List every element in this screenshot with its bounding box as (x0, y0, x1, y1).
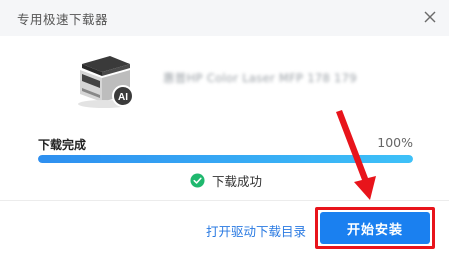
downloader-window: 专用极速下载器 AI 惠普HP Color Laser MFP 178 179 … (0, 0, 449, 254)
device-name: 惠普HP Color Laser MFP 178 179 (163, 71, 357, 85)
window-title: 专用极速下载器 (17, 12, 109, 27)
svg-text:AI: AI (118, 92, 128, 103)
close-icon (424, 11, 436, 23)
close-button[interactable] (419, 6, 441, 28)
title-bar: 专用极速下载器 (0, 0, 449, 36)
start-install-button[interactable]: 开始安装 (320, 212, 430, 244)
check-circle-icon (190, 172, 205, 188)
printer-ai-icon: AI (78, 56, 134, 108)
footer-divider (0, 200, 449, 201)
status-row: 下载成功 (190, 171, 262, 189)
open-driver-dir-link[interactable]: 打开驱动下载目录 (206, 221, 306, 240)
progress-percent: 100% (377, 135, 413, 150)
red-arrow-icon (336, 110, 376, 200)
status-text: 下载成功 (212, 173, 263, 189)
progress-label: 下载完成 (38, 138, 87, 152)
